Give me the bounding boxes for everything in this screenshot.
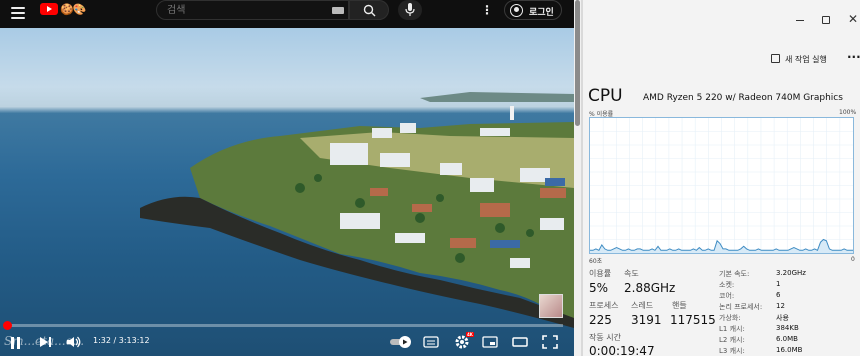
cpu-title: CPU <box>588 86 623 106</box>
cpu-graph-svg <box>590 118 853 253</box>
processes-label: 프로세스 <box>589 301 619 310</box>
spec-key: 소켓: <box>719 281 735 289</box>
spec-key: 가상화: <box>719 314 741 322</box>
spec-value: 12 <box>776 302 785 310</box>
login-label: 로그인 <box>529 8 554 18</box>
search-icon <box>363 4 376 17</box>
spec-value: 사용 <box>776 314 789 322</box>
spec-value: 16.0MB <box>776 346 803 354</box>
channel-thumbnail[interactable] <box>539 294 563 318</box>
login-button[interactable]: 로그인 <box>504 0 562 20</box>
spec-value: 3.20GHz <box>776 269 806 277</box>
current-time: 1:32 <box>93 336 111 345</box>
video-player[interactable] <box>0 28 574 356</box>
more-vert-icon[interactable]: ⋮ <box>481 4 493 18</box>
voice-search-button[interactable] <box>398 0 422 20</box>
graph-time-left: 60초 <box>589 258 603 265</box>
run-task-label: 새 작업 실행 <box>785 55 827 64</box>
threads-value: 3191 <box>631 313 662 327</box>
spec-value: 384KB <box>776 324 799 332</box>
autoplay-toggle[interactable] <box>390 334 412 350</box>
scrollbar[interactable] <box>574 0 581 356</box>
progress-bar[interactable] <box>5 324 563 327</box>
run-task-icon <box>771 54 780 63</box>
mic-icon <box>405 3 415 16</box>
time-display: 1:32 / 3:13:12 <box>93 336 150 345</box>
task-manager-window: ✕ 새 작업 실행 ··· CPU AMD Ryzen 5 220 w/ Rad… <box>583 0 860 356</box>
handles-value: 117515 <box>670 313 716 327</box>
youtube-doodle[interactable]: 🍪🎨 <box>60 3 86 16</box>
account-icon <box>510 4 523 17</box>
maximize-icon[interactable] <box>822 16 830 24</box>
speed-value: 2.88GHz <box>624 281 676 295</box>
utilization-label: 이용률 <box>589 269 612 278</box>
search-input[interactable] <box>167 3 317 18</box>
search-button[interactable] <box>349 0 389 20</box>
cpu-model: AMD Ryzen 5 220 w/ Radeon 740M Graphics <box>643 93 843 103</box>
play-pause-icon[interactable] <box>11 334 23 350</box>
command-bar: 새 작업 실행 ··· <box>583 44 860 76</box>
video-frame <box>140 92 574 328</box>
spec-value: 1 <box>776 280 781 288</box>
uptime-value: 0:00:19:47 <box>589 344 655 356</box>
threads-label: 스레드 <box>631 301 654 310</box>
search-box[interactable] <box>156 0 349 20</box>
uptime-label: 작동 시간 <box>589 333 621 342</box>
duration: 3:13:12 <box>118 336 150 345</box>
handles-label: 핸들 <box>672 301 687 310</box>
menu-icon[interactable] <box>11 7 25 19</box>
run-new-task-button[interactable]: 새 작업 실행 <box>771 54 827 65</box>
keyboard-icon[interactable] <box>332 7 344 14</box>
time-separator: / <box>110 336 119 345</box>
utilization-value: 5% <box>589 281 609 295</box>
window-controls: ✕ <box>583 0 860 38</box>
cpu-utilization-graph <box>589 117 854 254</box>
spec-key: 논리 프로세서: <box>719 303 763 311</box>
quality-badge: 4K <box>466 332 474 337</box>
spec-key: L2 캐시: <box>719 336 745 344</box>
spec-value: 6 <box>776 291 781 299</box>
youtube-window: 🍪🎨 ⋮ 로그인 <box>0 0 574 356</box>
volume-icon[interactable] <box>66 334 82 350</box>
close-icon[interactable]: ✕ <box>848 12 858 26</box>
spec-key: 기본 속도: <box>719 270 750 278</box>
next-icon[interactable] <box>39 334 53 350</box>
speed-label: 속도 <box>624 269 639 278</box>
progress-scrubber[interactable] <box>3 321 12 330</box>
spec-key: 코어: <box>719 292 735 300</box>
youtube-topbar: 🍪🎨 ⋮ 로그인 <box>0 0 574 28</box>
spec-key: L1 캐시: <box>719 325 745 333</box>
fullscreen-icon[interactable] <box>542 334 558 350</box>
miniplayer-icon[interactable] <box>482 334 498 350</box>
scrollbar-thumb[interactable] <box>575 0 580 126</box>
processes-value: 225 <box>589 313 612 327</box>
graph-time-right: 0 <box>851 256 855 263</box>
spec-value: 6.0MB <box>776 335 798 343</box>
more-options-icon[interactable]: ··· <box>847 50 860 64</box>
spec-key: L3 캐시: <box>719 347 745 355</box>
utilization-axis-max: 100% <box>839 109 857 116</box>
youtube-logo[interactable] <box>40 3 58 15</box>
minimize-icon[interactable] <box>796 20 804 21</box>
captions-icon[interactable] <box>423 334 439 350</box>
theater-icon[interactable] <box>512 334 528 350</box>
